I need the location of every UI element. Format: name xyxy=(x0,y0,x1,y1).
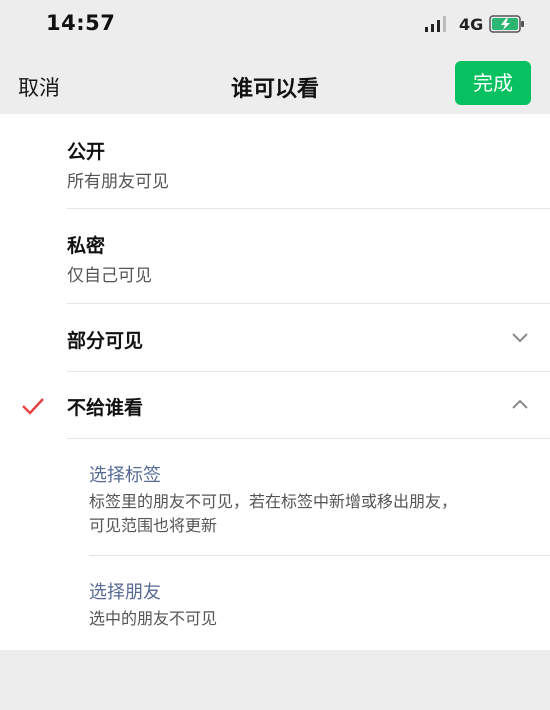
select-tags-desc-line2: 可见范围也将更新 xyxy=(89,516,218,535)
signal-bars-icon xyxy=(425,16,446,32)
battery-charging-icon xyxy=(489,15,524,33)
select-friends-item[interactable]: 选择朋友 选中的朋友不可见 xyxy=(0,556,550,650)
checkmark-icon xyxy=(22,398,44,415)
select-friends-desc-line1: 选中的朋友不可见 xyxy=(89,609,218,628)
done-button[interactable]: 完成 xyxy=(455,61,531,105)
option-private-title: 私密 xyxy=(67,235,106,257)
select-friends-title: 选择朋友 xyxy=(89,582,161,603)
select-tags-title: 选择标签 xyxy=(89,465,161,486)
chevron-up-icon xyxy=(512,399,528,409)
option-exclude[interactable]: 不给谁看 xyxy=(0,372,550,438)
select-tags-desc-line1: 标签里的朋友不可见，若在标签中新增或移出朋友， xyxy=(89,492,458,511)
option-public-subtitle: 所有朋友可见 xyxy=(67,172,169,192)
bottom-spacer xyxy=(0,650,550,710)
option-private-subtitle: 仅自己可见 xyxy=(67,266,152,286)
option-exclude-title: 不给谁看 xyxy=(67,397,144,419)
network-label: 4G xyxy=(459,15,484,34)
option-partial-title: 部分可见 xyxy=(67,330,144,352)
status-time: 14:57 xyxy=(46,11,116,35)
status-bar: 14:57 4G xyxy=(0,0,550,52)
cancel-button[interactable]: 取消 xyxy=(18,72,60,102)
option-partial[interactable]: 部分可见 xyxy=(0,304,550,371)
option-public[interactable]: 公开 所有朋友可见 xyxy=(0,114,550,208)
chevron-down-icon xyxy=(512,333,528,343)
option-public-title: 公开 xyxy=(67,141,106,163)
select-tags-desc: 标签里的朋友不可见，若在标签中新增或移出朋友， 可见范围也将更新 xyxy=(89,490,529,538)
select-tags-item[interactable]: 选择标签 标签里的朋友不可见，若在标签中新增或移出朋友， 可见范围也将更新 xyxy=(0,439,550,555)
visibility-options-list: 公开 所有朋友可见 私密 仅自己可见 部分可见 不给谁看 选择标签 标签里的朋友… xyxy=(0,114,550,650)
select-friends-desc: 选中的朋友不可见 xyxy=(89,607,529,631)
option-private[interactable]: 私密 仅自己可见 xyxy=(0,209,550,303)
nav-bar: 取消 谁可以看 完成 xyxy=(0,52,550,114)
